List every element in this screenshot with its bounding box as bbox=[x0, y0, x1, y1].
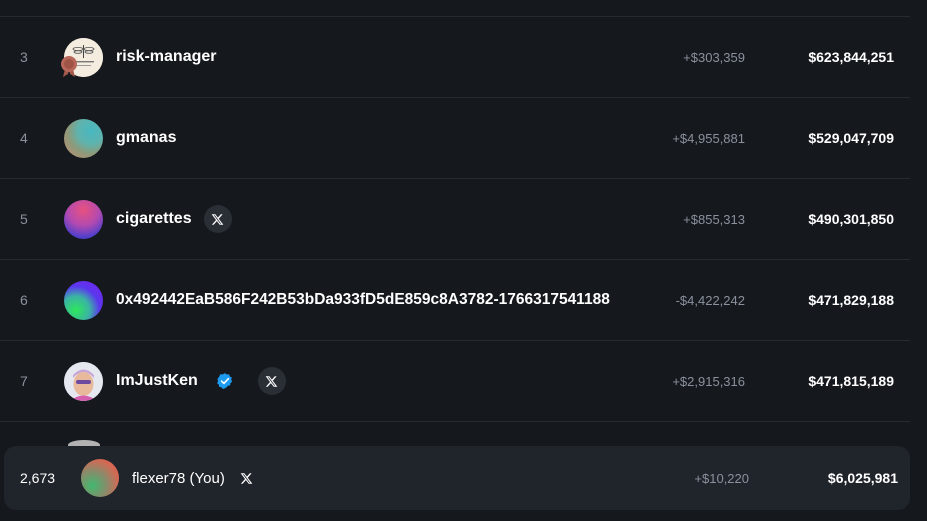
x-logo-icon[interactable] bbox=[203, 205, 232, 233]
pnl-change: -$4,422,242 bbox=[675, 292, 745, 308]
username[interactable]: flexer78 (You) bbox=[132, 470, 225, 487]
rank-number: 4 bbox=[20, 130, 28, 146]
username[interactable]: 0x492442EaB586F242B53bDa933fD5dE859c8A37… bbox=[116, 291, 610, 309]
total-value: $490,301,850 bbox=[808, 211, 894, 227]
pnl-change: +$2,915,316 bbox=[672, 373, 745, 389]
gradient-avatar[interactable] bbox=[64, 119, 103, 158]
username[interactable]: risk-manager bbox=[116, 48, 217, 66]
gradient-avatar[interactable] bbox=[81, 459, 119, 497]
leaderboard-row[interactable]: 3 risk-manager +$303,359 $623,844,251 bbox=[0, 17, 910, 98]
badge-icon bbox=[59, 54, 79, 83]
pnl-change: +$4,955,881 bbox=[672, 130, 745, 146]
total-value: $471,815,189 bbox=[808, 373, 894, 389]
current-user-row[interactable]: 2,673 flexer78 (You) +$10,220 $6,025,981 bbox=[4, 446, 910, 510]
rank-number: 5 bbox=[20, 211, 28, 227]
photo-avatar[interactable] bbox=[64, 362, 103, 401]
total-value: $529,047,709 bbox=[808, 130, 894, 146]
leaderboard-row[interactable]: 5 cigarettes +$855,313 $490,301,850 bbox=[0, 179, 910, 260]
rank-number: 2,673 bbox=[20, 470, 56, 486]
total-value: $471,829,188 bbox=[808, 292, 894, 308]
leaderboard-row[interactable]: 6 0x492442EaB586F242B53bDa933fD5dE859c8A… bbox=[0, 260, 910, 341]
pnl-change: +$303,359 bbox=[683, 49, 745, 65]
leaderboard-row[interactable]: 4 gmanas +$4,955,881 $529,047,709 bbox=[0, 98, 910, 179]
gradient-avatar[interactable] bbox=[64, 200, 103, 239]
x-logo-icon[interactable] bbox=[237, 468, 257, 488]
username[interactable]: cigarettes bbox=[116, 210, 192, 228]
rank-number: 3 bbox=[20, 49, 28, 65]
rank-number: 7 bbox=[20, 373, 28, 389]
gradient-avatar[interactable] bbox=[64, 281, 103, 320]
pnl-change: +$855,313 bbox=[683, 211, 745, 227]
total-value: $6,025,981 bbox=[827, 470, 898, 486]
total-value: $623,844,251 bbox=[808, 49, 894, 65]
leaderboard-row[interactable]: 7 ImJustKen +$2,915,316 $471,815,189 bbox=[0, 341, 910, 422]
leaderboard: 3 risk-manager +$303,359 $623,844,251 4 … bbox=[0, 0, 927, 521]
rank-number: 6 bbox=[20, 292, 28, 308]
username[interactable]: ImJustKen bbox=[116, 372, 198, 390]
verified-badge-icon bbox=[216, 372, 234, 390]
pnl-change: +$10,220 bbox=[694, 470, 749, 486]
x-logo-icon[interactable] bbox=[257, 367, 286, 395]
username[interactable]: gmanas bbox=[116, 129, 176, 147]
